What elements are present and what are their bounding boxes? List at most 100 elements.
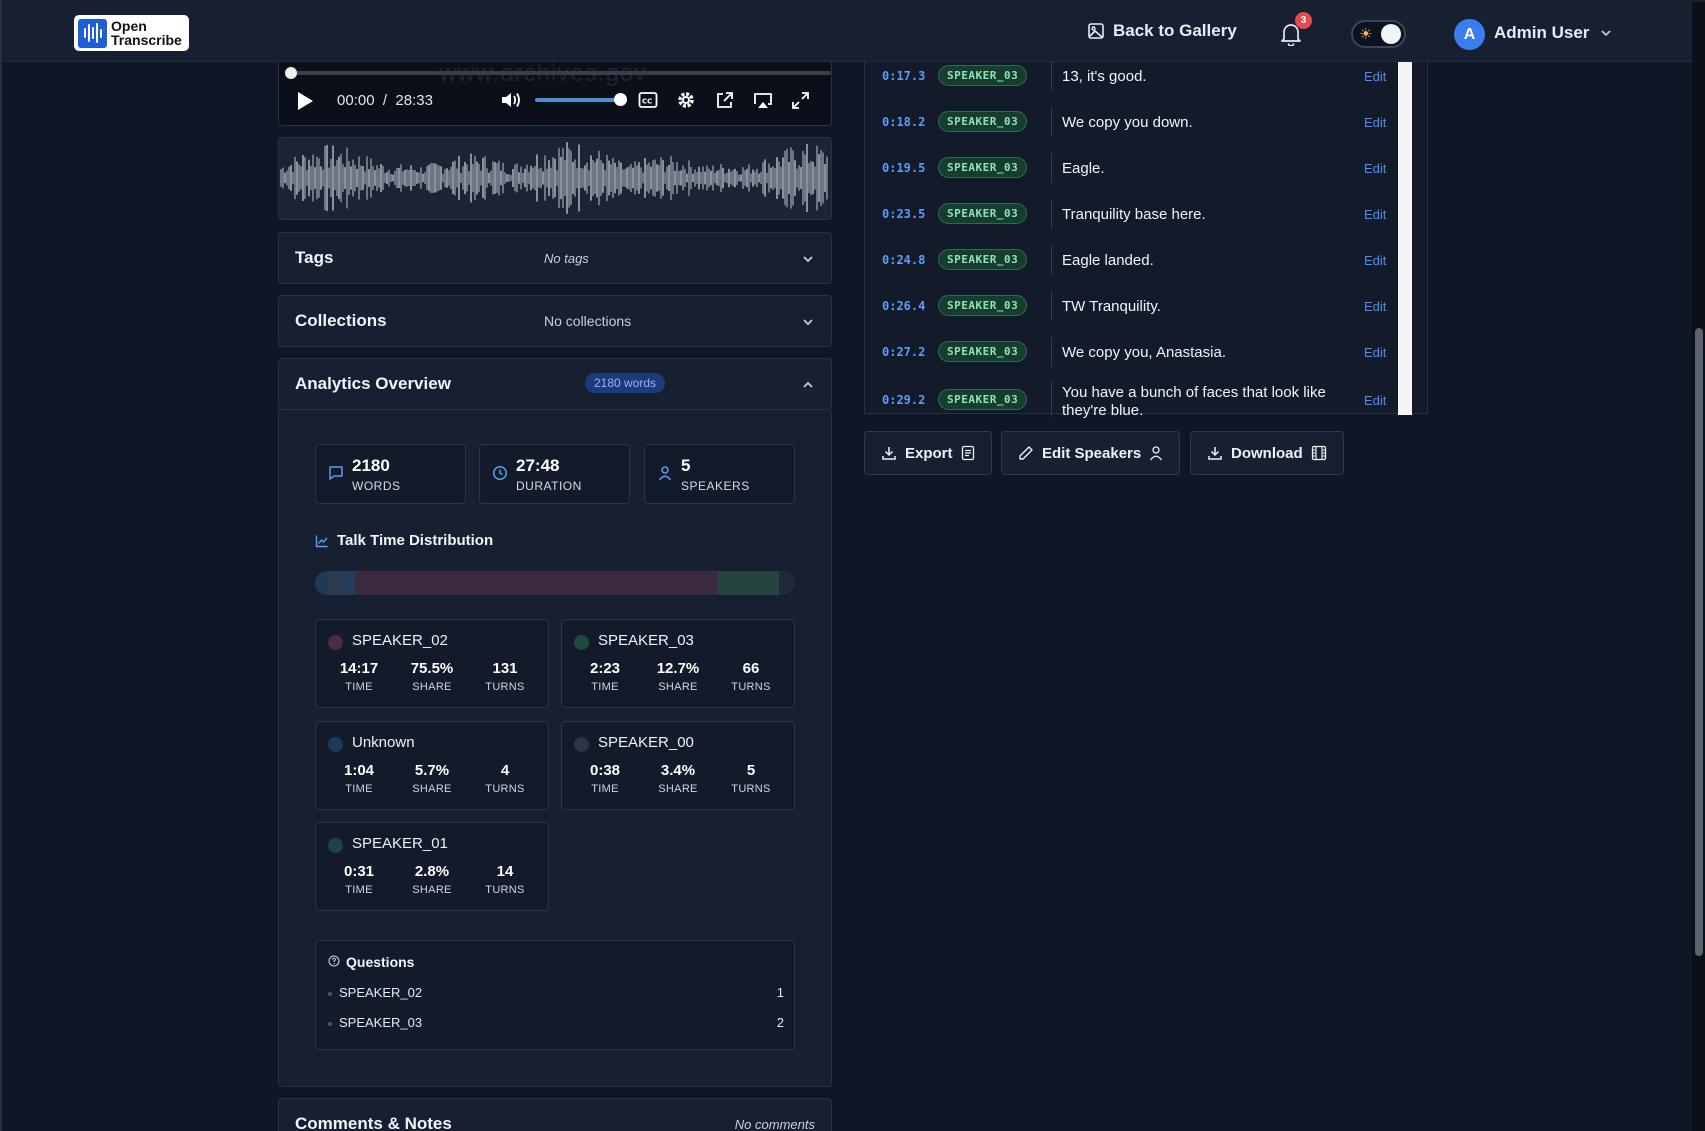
chevron-down-icon[interactable] <box>801 252 815 266</box>
transcript-row[interactable]: 0:26.4 SPEAKER_03 TW Tranquility. Edit <box>865 283 1405 329</box>
speaker-badge[interactable]: SPEAKER_03 <box>938 341 1028 362</box>
speaker-share: 12.7% <box>656 660 700 677</box>
transcript-row[interactable]: 0:29.2 SPEAKER_03 You have a bunch of fa… <box>865 375 1405 419</box>
back-to-gallery-button[interactable]: Back to Gallery <box>1087 21 1237 41</box>
theme-toggle[interactable]: ☀ <box>1351 20 1406 48</box>
questions-card: Questions SPEAKER_02 1 SPEAKER_03 2 <box>315 940 795 1050</box>
analytics-section-header[interactable]: Analytics Overview 2180 words <box>278 358 832 410</box>
segment-text[interactable]: TW Tranquility. <box>1062 298 1327 316</box>
segment-text[interactable]: Eagle. <box>1062 160 1327 178</box>
talk-time-segment <box>355 571 718 595</box>
waveform[interactable] <box>278 137 832 220</box>
message-icon <box>329 466 343 480</box>
speaker-badge[interactable]: SPEAKER_03 <box>938 249 1028 270</box>
transcript-row[interactable]: 0:23.5 SPEAKER_03 Tranquility base here.… <box>865 191 1405 237</box>
time-label: TIME <box>591 783 619 795</box>
turns-label: TURNS <box>731 681 771 693</box>
segment-text[interactable]: 13, it's good. <box>1062 68 1327 86</box>
edit-link[interactable]: Edit <box>1364 299 1386 314</box>
cast-icon[interactable] <box>753 91 773 110</box>
transcript-row[interactable]: 0:17.3 SPEAKER_03 13, it's good. Edit <box>865 53 1405 99</box>
words-stat-card: 2180 WORDS <box>315 444 466 504</box>
segment-time[interactable]: 0:27.2 <box>882 345 925 359</box>
speaker-badge[interactable]: SPEAKER_03 <box>938 389 1028 410</box>
segment-time[interactable]: 0:19.5 <box>882 161 925 175</box>
play-icon[interactable] <box>295 90 315 112</box>
speaker-badge[interactable]: SPEAKER_03 <box>938 65 1028 86</box>
avatar[interactable]: A <box>1454 19 1485 50</box>
segment-time[interactable]: 0:29.2 <box>882 393 925 407</box>
edit-link[interactable]: Edit <box>1364 207 1386 222</box>
transcript-row[interactable]: 0:24.8 SPEAKER_03 Eagle landed. Edit <box>865 237 1405 283</box>
chevron-up-icon[interactable] <box>801 378 815 392</box>
segment-text[interactable]: Tranquility base here. <box>1062 206 1327 224</box>
download-button[interactable]: Download <box>1190 431 1344 475</box>
tags-value: No tags <box>544 251 589 266</box>
download-label: Download <box>1231 444 1303 462</box>
captions-icon[interactable]: CC <box>638 91 658 109</box>
transcript-row[interactable]: 0:19.5 SPEAKER_03 Eagle. Edit <box>865 145 1405 191</box>
comments-section[interactable]: Comments & Notes No comments <box>278 1098 832 1131</box>
speaker-badge[interactable]: SPEAKER_03 <box>938 111 1028 132</box>
segment-text[interactable]: You have a bunch of faces that look like… <box>1062 384 1327 420</box>
speaker-time: 2:23 <box>589 660 621 677</box>
export-button[interactable]: Export <box>864 431 992 475</box>
chevron-down-icon[interactable] <box>1599 26 1613 40</box>
duration-value: 27:48 <box>516 456 560 475</box>
volume-slider[interactable] <box>535 98 619 102</box>
edit-link[interactable]: Edit <box>1364 115 1386 130</box>
volume-handle[interactable] <box>614 93 627 106</box>
volume-icon[interactable] <box>500 90 522 110</box>
edit-link[interactable]: Edit <box>1364 161 1386 176</box>
segment-time[interactable]: 0:18.2 <box>882 115 925 129</box>
comments-value: No comments <box>734 1117 815 1131</box>
edit-link[interactable]: Edit <box>1364 393 1386 408</box>
chevron-down-icon[interactable] <box>801 315 815 329</box>
gear-icon[interactable] <box>676 90 696 110</box>
edit-link[interactable]: Edit <box>1364 69 1386 84</box>
tags-section[interactable]: Tags No tags <box>278 232 832 284</box>
collections-section[interactable]: Collections No collections <box>278 295 832 347</box>
app-logo[interactable]: Open Transcribe <box>74 15 189 51</box>
user-name[interactable]: Admin User <box>1494 23 1589 43</box>
speaker-time: 0:31 <box>343 863 375 880</box>
time-label: TIME <box>345 783 373 795</box>
speaker-turns: 5 <box>746 762 756 779</box>
image-icon <box>1088 23 1104 39</box>
segment-time[interactable]: 0:17.3 <box>882 69 925 83</box>
segment-text[interactable]: We copy you, Anastasia. <box>1062 344 1327 362</box>
external-link-icon[interactable] <box>715 91 734 110</box>
speaker-share: 3.4% <box>660 762 696 779</box>
speaker-badge[interactable]: SPEAKER_03 <box>938 295 1028 316</box>
seek-handle[interactable] <box>285 67 297 79</box>
speaker-badge[interactable]: SPEAKER_03 <box>938 157 1028 178</box>
window-frame-left <box>0 0 2 1131</box>
speaker-badge[interactable]: SPEAKER_03 <box>938 203 1028 224</box>
edit-speakers-button[interactable]: Edit Speakers <box>1001 431 1181 475</box>
svg-text:CC: CC <box>642 98 652 106</box>
seek-bar[interactable] <box>285 67 831 79</box>
speaker-turns: 66 <box>742 660 760 677</box>
export-label: Export <box>905 444 953 462</box>
turns-label: TURNS <box>485 884 525 896</box>
page-scrollbar-thumb[interactable] <box>1695 328 1703 956</box>
segment-text[interactable]: Eagle landed. <box>1062 252 1327 270</box>
transcript-scrollbar[interactable] <box>1398 62 1412 415</box>
collections-title: Collections <box>295 311 387 330</box>
segment-time[interactable]: 0:26.4 <box>882 299 925 313</box>
collections-value: No collections <box>544 313 632 329</box>
user-icon <box>1150 446 1163 461</box>
transcript-row[interactable]: 0:27.2 SPEAKER_03 We copy you, Anastasia… <box>865 329 1405 375</box>
user-icon <box>658 466 672 481</box>
segment-time[interactable]: 0:23.5 <box>882 207 925 221</box>
share-label: SHARE <box>412 681 452 693</box>
transcript-row[interactable]: 0:18.2 SPEAKER_03 We copy you down. Edit <box>865 99 1405 145</box>
fullscreen-icon[interactable] <box>791 91 810 110</box>
edit-link[interactable]: Edit <box>1364 253 1386 268</box>
segment-text[interactable]: We copy you down. <box>1062 114 1327 132</box>
speaker-card: SPEAKER_00 0:38 TIME 3.4% SHARE 5 TURNS <box>561 721 795 810</box>
segment-time[interactable]: 0:24.8 <box>882 253 925 267</box>
speaker-card: SPEAKER_03 2:23 TIME 12.7% SHARE 66 TURNS <box>561 619 795 708</box>
edit-link[interactable]: Edit <box>1364 345 1386 360</box>
speakers-label: SPEAKERS <box>681 479 750 493</box>
